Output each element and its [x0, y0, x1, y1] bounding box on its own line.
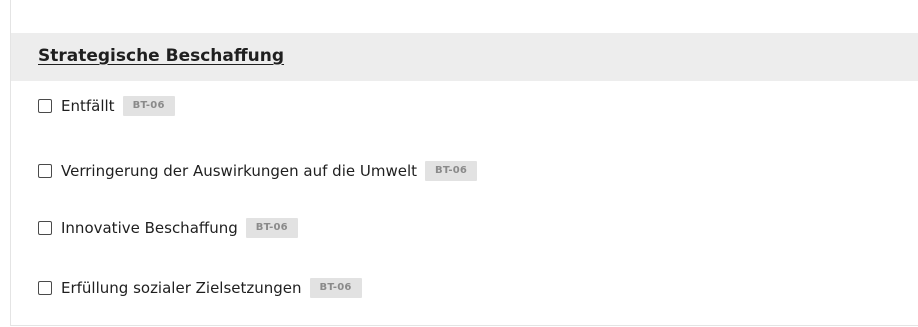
bt-badge: BT-06 [425, 161, 478, 181]
checkbox[interactable] [38, 99, 52, 113]
option-social-objectives[interactable]: Erfüllung sozialer Zielsetzungen BT-06 [38, 277, 362, 299]
option-label: Verringerung der Auswirkungen auf die Um… [61, 162, 417, 180]
option-label: Innovative Beschaffung [61, 219, 238, 237]
strategic-procurement-panel: Strategische Beschaffung Entfällt BT-06 … [10, 0, 918, 326]
option-entfaellt[interactable]: Entfällt BT-06 [38, 95, 175, 117]
checkbox[interactable] [38, 164, 52, 178]
section-header: Strategische Beschaffung [11, 33, 918, 81]
option-label: Entfällt [61, 97, 115, 115]
option-environmental-impact[interactable]: Verringerung der Auswirkungen auf die Um… [38, 160, 478, 182]
option-label: Erfüllung sozialer Zielsetzungen [61, 279, 302, 297]
bt-badge: BT-06 [122, 96, 175, 116]
option-innovative-procurement[interactable]: Innovative Beschaffung BT-06 [38, 217, 298, 239]
bt-badge: BT-06 [245, 218, 298, 238]
checkbox[interactable] [38, 221, 52, 235]
bt-badge: BT-06 [309, 278, 362, 298]
section-title: Strategische Beschaffung [38, 46, 285, 66]
checkbox[interactable] [38, 281, 52, 295]
